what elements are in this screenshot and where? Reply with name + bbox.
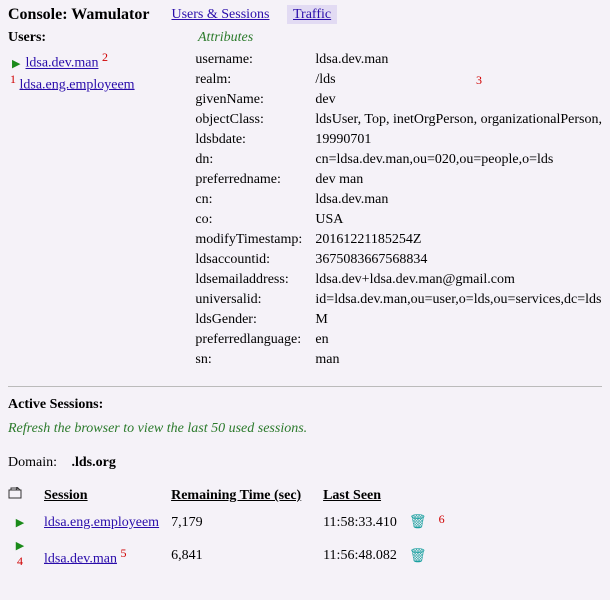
- attr-key: co:: [175, 210, 315, 230]
- attr-val: dev: [315, 90, 602, 110]
- attr-val: 20161221185254Z: [315, 230, 602, 250]
- column-headings: Users: Attributes: [8, 30, 602, 46]
- list-item: ▶ ldsa.dev.man 2: [12, 50, 175, 72]
- attribute-row: ldsbdate:19990701: [175, 130, 602, 150]
- active-sessions-heading: Active Sessions:: [8, 397, 602, 413]
- attribute-row: preferredlanguage:en: [175, 330, 602, 350]
- expand-arrow-icon[interactable]: ▶: [12, 57, 22, 70]
- attribute-row: username:ldsa.dev.man: [175, 50, 602, 70]
- table-row: ▶ ldsa.eng.employeem 7,179 11:58:33.410 …: [8, 510, 457, 536]
- table-header-row: Session Remaining Time (sec) Last Seen: [8, 485, 457, 510]
- attribute-row: objectClass:ldsUser, Top, inetOrgPerson,…: [175, 110, 602, 130]
- attr-key: givenName:: [175, 90, 315, 110]
- attr-key: sn:: [175, 350, 315, 370]
- attr-val: en: [315, 330, 602, 350]
- attr-key: preferredname:: [175, 170, 315, 190]
- domain-line: Domain: .lds.org: [8, 455, 602, 471]
- refresh-icon[interactable]: [8, 487, 22, 499]
- annotation-3: 3: [476, 70, 482, 90]
- refresh-hint: Refresh the browser to view the last 50 …: [8, 421, 602, 437]
- tab-users-sessions[interactable]: Users & Sessions: [165, 5, 275, 24]
- annotation-4: 4: [17, 554, 23, 568]
- attr-val: USA: [315, 210, 602, 230]
- domain-label: Domain:: [8, 455, 68, 471]
- attribute-row: co:USA: [175, 210, 602, 230]
- expand-arrow-icon[interactable]: ▶: [15, 516, 25, 529]
- attribute-row: dn:cn=ldsa.dev.man,ou=020,ou=people,o=ld…: [175, 150, 602, 170]
- attr-val: 19990701: [315, 130, 602, 150]
- attributes-heading: Attributes: [198, 30, 253, 46]
- session-remaining: 7,179: [171, 510, 323, 536]
- domain-value: .lds.org: [72, 455, 116, 470]
- session-user-link[interactable]: ldsa.eng.employeem: [44, 515, 159, 530]
- attr-key: ldsGender:: [175, 310, 315, 330]
- attr-key: username:: [175, 50, 315, 70]
- attribute-row: preferredname:dev man: [175, 170, 602, 190]
- attr-val: /lds: [315, 70, 596, 90]
- attr-key: ldsbdate:: [175, 130, 315, 150]
- users-heading: Users:: [8, 30, 198, 46]
- attr-key: ldsaccountid:: [175, 250, 315, 270]
- attr-key: modifyTimestamp:: [175, 230, 315, 250]
- attribute-row: ldsGender:M: [175, 310, 602, 330]
- attribute-row: sn:man: [175, 350, 602, 370]
- attribute-row: ldsaccountid:3675083667568834: [175, 250, 602, 270]
- annotation-5: 5: [120, 546, 126, 560]
- attr-val: 3675083667568834: [315, 250, 602, 270]
- users-list: ▶ ldsa.dev.man 2 1 ldsa.eng.employeem: [8, 50, 175, 370]
- attribute-row: realm:/lds3: [175, 70, 602, 90]
- attr-val: man: [315, 350, 602, 370]
- attr-key: preferredlanguage:: [175, 330, 315, 350]
- attr-key: cn:: [175, 190, 315, 210]
- attribute-row: modifyTimestamp:20161221185254Z: [175, 230, 602, 250]
- session-last-seen: 11:58:33.410: [323, 510, 409, 536]
- attr-val: ldsa.dev.man: [315, 50, 602, 70]
- tab-bar: Users & Sessions Traffic: [165, 7, 345, 23]
- col-remaining[interactable]: Remaining Time (sec): [171, 485, 323, 510]
- session-user-link[interactable]: ldsa.dev.man: [44, 551, 117, 566]
- annotation-6: 6: [439, 512, 445, 526]
- attr-key: dn:: [175, 150, 315, 170]
- console-title: Console: Wamulator: [8, 6, 149, 24]
- attribute-row: ldsemailaddress:ldsa.dev+ldsa.dev.man@gm…: [175, 270, 602, 290]
- table-row: ▶ 4 ldsa.dev.man 5 6,841 11:56:48.082 🗑: [8, 536, 457, 578]
- refresh-column-header: [8, 485, 44, 510]
- expand-arrow-icon[interactable]: ▶: [15, 539, 25, 552]
- attr-key: ldsemailaddress:: [175, 270, 315, 290]
- attribute-row: givenName:dev: [175, 90, 602, 110]
- trash-icon[interactable]: 🗑: [409, 549, 427, 564]
- attribute-row: cn:ldsa.dev.man: [175, 190, 602, 210]
- section-divider: [8, 386, 602, 387]
- attr-val: id=ldsa.dev.man,ou=user,o=lds,ou=service…: [315, 290, 602, 310]
- attributes-panel: username:ldsa.dev.man realm:/lds3 givenN…: [175, 50, 602, 370]
- attr-key: realm:: [175, 70, 315, 90]
- attr-key: objectClass:: [175, 110, 315, 130]
- attr-val: ldsUser, Top, inetOrgPerson, organizatio…: [315, 110, 602, 130]
- annotation-2: 2: [102, 50, 108, 64]
- attr-val: dev man: [315, 170, 602, 190]
- sessions-table: Session Remaining Time (sec) Last Seen ▶…: [8, 485, 457, 577]
- col-last-seen[interactable]: Last Seen: [323, 485, 409, 510]
- tab-traffic[interactable]: Traffic: [287, 5, 337, 24]
- user-link[interactable]: ldsa.dev.man: [26, 56, 99, 71]
- attr-val: ldsa.dev.man: [315, 190, 602, 210]
- attribute-row: universalid:id=ldsa.dev.man,ou=user,o=ld…: [175, 290, 602, 310]
- user-link[interactable]: ldsa.eng.employeem: [20, 77, 135, 92]
- attr-val: M: [315, 310, 602, 330]
- attr-val: cn=ldsa.dev.man,ou=020,ou=people,o=lds: [315, 150, 602, 170]
- annotation-1: 1: [10, 72, 16, 86]
- list-item: 1 ldsa.eng.employeem: [12, 72, 175, 94]
- col-session[interactable]: Session: [44, 485, 171, 510]
- session-remaining: 6,841: [171, 536, 323, 578]
- attr-key: universalid:: [175, 290, 315, 310]
- attr-val: ldsa.dev+ldsa.dev.man@gmail.com: [315, 270, 602, 290]
- trash-icon[interactable]: 🗑: [409, 515, 427, 530]
- page-header: Console: Wamulator Users & Sessions Traf…: [8, 6, 602, 24]
- session-last-seen: 11:56:48.082: [323, 536, 409, 578]
